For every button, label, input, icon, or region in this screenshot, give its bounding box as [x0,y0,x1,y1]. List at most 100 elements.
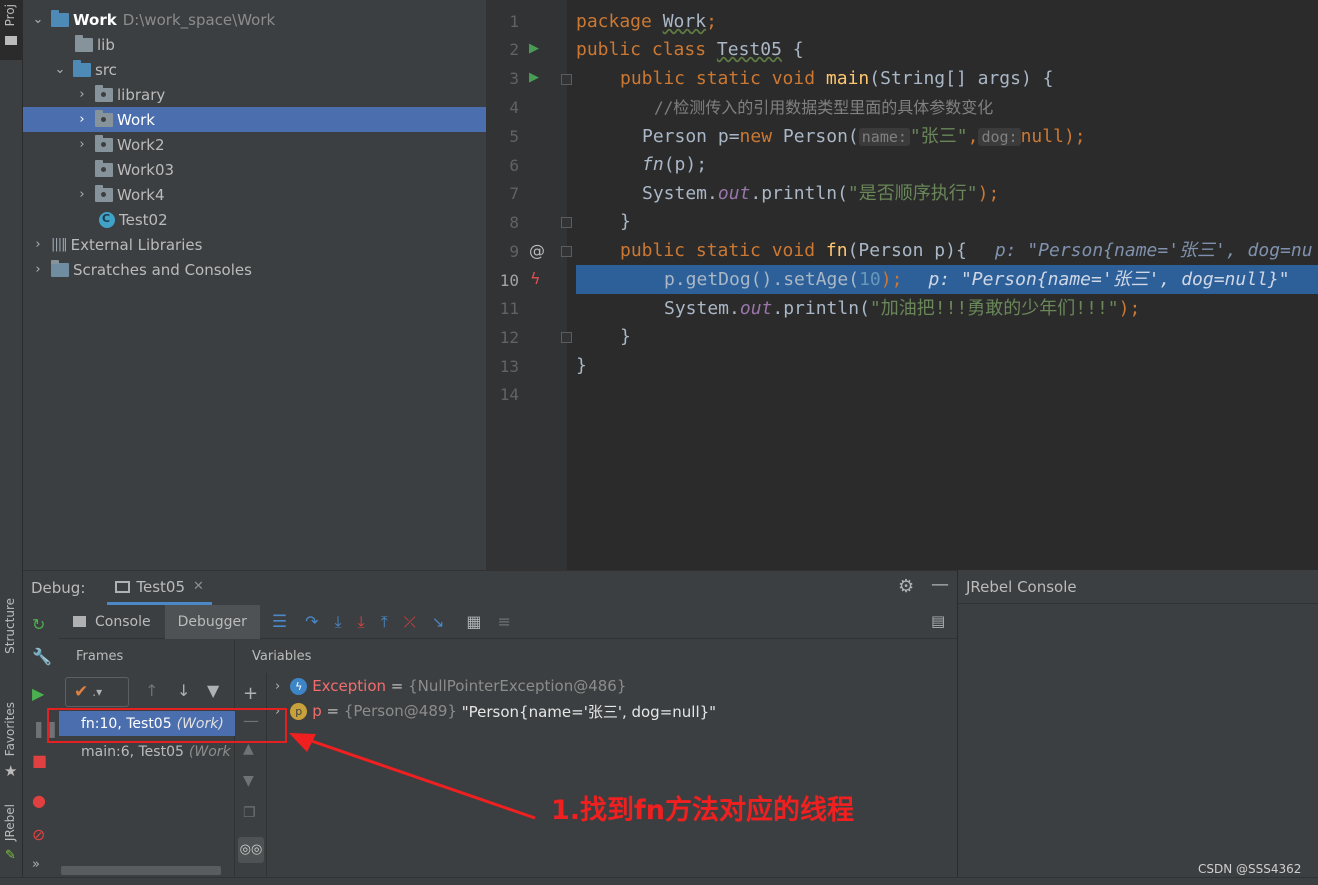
package-icon [95,109,113,127]
tab-debugger[interactable]: Debugger [164,604,260,639]
filter-icon[interactable]: ▼ [207,681,219,700]
code-area[interactable]: package Work; public class Test05 { publ… [576,0,1318,570]
force-step-into-icon[interactable]: ⤓ [358,612,365,632]
rerun-icon[interactable]: ↻ [32,615,45,634]
tree-item-work03[interactable]: Work03 [23,157,486,182]
tree-item-library[interactable]: › library [23,82,486,107]
fold-icon[interactable] [561,74,572,85]
chevron-down-icon[interactable]: ⌄ [31,12,45,27]
tab-console-label: Console [95,613,151,630]
chevron-right-icon[interactable]: › [275,679,280,694]
add-watch-icon[interactable]: + [243,683,258,704]
favorites-tool-tab[interactable]: Favorites [3,702,17,756]
variable-equals: = [321,702,344,720]
tab-console[interactable]: Console [59,605,165,639]
tree-item-external-libraries[interactable]: › |||‖ External Libraries [23,232,486,257]
fold-icon[interactable] [561,246,572,257]
move-up-icon[interactable]: ▲ [243,741,254,757]
show-execution-point-icon[interactable]: ☰ [272,612,287,632]
chevron-right-icon[interactable]: › [75,137,89,152]
tree-item-label: Work4 [117,185,165,204]
scratches-icon [51,259,69,277]
gear-icon[interactable]: ⚙ [898,576,914,597]
run-icon[interactable]: ▶ [529,41,539,56]
copy-icon[interactable]: ❐ [243,805,256,821]
tree-item-scratches[interactable]: › Scratches and Consoles [23,257,486,282]
move-down-icon[interactable]: ▼ [243,773,254,789]
tree-item-lib[interactable]: lib [23,32,486,57]
tool-window-strip: Proj Structure Favorites ★ JRebel ✎ [0,0,23,885]
drop-frame-icon[interactable]: ⤫ [404,613,416,631]
evaluate-expression-icon[interactable]: ▦ [466,612,481,631]
project-tool-tab[interactable]: Proj [0,0,23,60]
project-tab-label: Proj [3,4,17,27]
jrebel-console-panel: JRebel Console [957,570,1318,885]
tree-item-src[interactable]: ⌄ src [23,57,486,82]
code-line-6: fn(p); [642,154,708,175]
mute-breakpoints-icon[interactable]: ⊘ [32,825,45,844]
line-number: 8 [509,213,519,232]
chevron-right-icon[interactable]: › [31,262,45,277]
frame-method: main:6, Test05 [81,743,184,760]
jrebel-tool-tab[interactable]: JRebel [3,804,17,841]
variable-row-p[interactable]: › p p = {Person@489} "Person{name='张三', … [275,700,716,722]
step-into-icon[interactable]: ⤓ [335,612,342,632]
run-icon[interactable]: ▶ [529,70,539,85]
run-to-cursor-icon[interactable]: ↘ [432,613,445,631]
chevron-right-icon[interactable]: › [31,237,45,252]
stop-icon[interactable]: ■ [32,751,47,770]
variables-panel: Variables + — ▲ ▼ ❐ ◎◎ › ϟ Exception = {… [235,639,957,885]
step-over-icon[interactable]: ↷ [305,612,318,631]
more-icon[interactable]: » [32,857,40,872]
jrebel-console-header: JRebel Console [958,570,1318,604]
debug-side-toolbar: ↻ 🔧 ▶ ❚❚ ■ ● ⊘ » [23,605,59,885]
debug-label: Debug: [31,579,86,597]
variable-row-exception[interactable]: › ϟ Exception = {NullPointerException@48… [275,675,626,697]
wrench-icon[interactable]: 🔧 [32,647,52,666]
fold-icon[interactable] [561,332,572,343]
code-line-11: System.out.println("加油把!!!勇敢的少年们!!!"); [664,298,1141,319]
line-number: 1 [509,12,519,31]
step-out-icon[interactable]: ⤒ [381,612,388,632]
tree-item-test02[interactable]: Test02 [23,207,486,232]
exception-breakpoint-icon[interactable]: ϟ [530,269,541,288]
trace-stream-icon[interactable]: ≡ [497,612,510,631]
structure-tool-tab[interactable]: Structure [3,598,17,654]
close-icon[interactable]: ✕ [193,579,204,594]
debug-session-tab[interactable]: Test05 ✕ [107,571,212,605]
tree-item-work-package[interactable]: › Work [23,107,486,132]
arrow-up-icon[interactable]: ↑ [145,681,158,700]
variable-value: "Person{name='张三', dog=null}" [456,702,717,721]
variable-equals: = [386,677,409,695]
minimize-icon[interactable]: — [931,574,949,595]
thread-selector[interactable]: ✔ .▾ [65,677,129,707]
code-line-12: } [620,326,631,347]
variable-name: p [312,702,322,720]
annotation-highlight-box [47,708,287,743]
chevron-down-icon[interactable]: ⌄ [53,62,67,77]
glasses-icon[interactable]: ◎◎ [238,837,264,863]
project-tree: ⌄ Work D:\work_space\Work lib ⌄ src › li… [23,0,486,570]
tree-item-work-module[interactable]: ⌄ Work D:\work_space\Work [23,7,486,32]
line-number: 14 [499,385,519,404]
view-breakpoints-icon[interactable]: ● [32,791,46,810]
variable-ref: {Person@489} [343,702,457,720]
tree-item-work4[interactable]: › Work4 [23,182,486,207]
arrow-down-icon[interactable]: ↓ [177,681,190,700]
variable-name: Exception [312,677,387,695]
line-number: 13 [499,357,519,376]
chevron-right-icon[interactable]: › [75,87,89,102]
source-folder-icon [73,59,91,77]
horizontal-scrollbar[interactable] [61,866,221,875]
code-editor[interactable]: 1 2 3 4 5 6 7 8 9 10 11 12 13 14 ▶ ▶ @ ϟ… [486,0,1318,570]
fold-icon[interactable] [561,217,572,228]
chevron-right-icon[interactable]: › [75,112,89,127]
tree-item-label: Work [117,110,155,129]
chevron-right-icon[interactable]: › [75,187,89,202]
resume-icon[interactable]: ▶ [32,684,44,703]
layout-settings-icon[interactable]: ▤ [931,612,945,630]
tree-item-work2[interactable]: › Work2 [23,132,486,157]
tree-item-label: Test02 [119,210,168,229]
package-icon [95,159,113,177]
library-icon: |||‖ [51,237,68,252]
